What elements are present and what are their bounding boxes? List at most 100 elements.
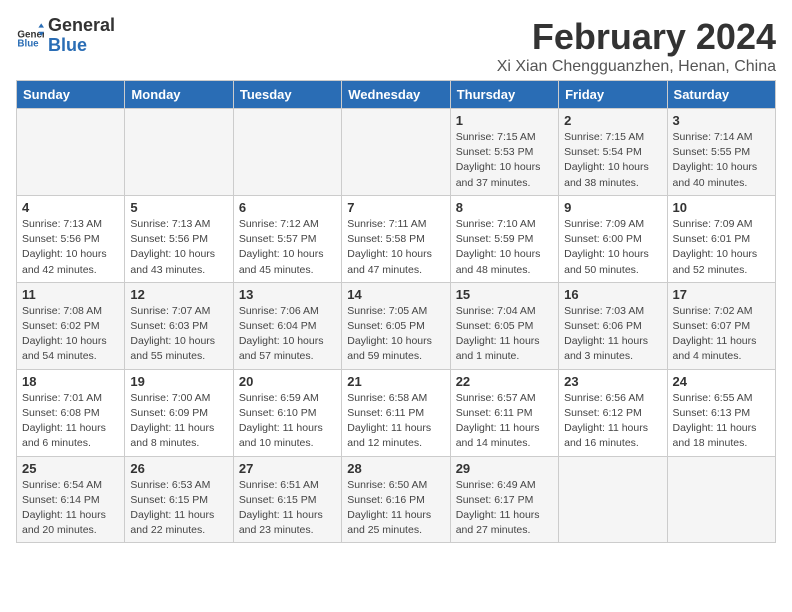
day-info: Sunrise: 7:08 AM Sunset: 6:02 PM Dayligh… <box>22 304 119 365</box>
calendar-cell: 15 Sunrise: 7:04 AM Sunset: 6:05 PM Dayli… <box>450 282 558 369</box>
calendar-cell: 22 Sunrise: 6:57 AM Sunset: 6:11 PM Dayli… <box>450 369 558 456</box>
day-info: Sunrise: 7:09 AM Sunset: 6:01 PM Dayligh… <box>673 217 770 278</box>
day-info: Sunrise: 7:05 AM Sunset: 6:05 PM Dayligh… <box>347 304 444 365</box>
page-header: General Blue General Blue February 2024 … <box>16 16 776 76</box>
calendar-cell: 18 Sunrise: 7:01 AM Sunset: 6:08 PM Dayli… <box>17 369 125 456</box>
header-thursday: Thursday <box>450 81 558 109</box>
calendar-cell: 23 Sunrise: 6:56 AM Sunset: 6:12 PM Dayli… <box>559 369 667 456</box>
header-friday: Friday <box>559 81 667 109</box>
calendar-title: February 2024 <box>497 16 776 58</box>
calendar-cell: 25 Sunrise: 6:54 AM Sunset: 6:14 PM Dayli… <box>17 456 125 543</box>
day-number: 13 <box>239 287 336 302</box>
day-number: 4 <box>22 200 119 215</box>
calendar-cell <box>667 456 775 543</box>
calendar-body: 1Sunrise: 7:15 AM Sunset: 5:53 PM Daylig… <box>17 109 776 543</box>
calendar-cell: 2Sunrise: 7:15 AM Sunset: 5:54 PM Daylig… <box>559 109 667 196</box>
day-info: Sunrise: 6:57 AM Sunset: 6:11 PM Dayligh… <box>456 391 553 452</box>
calendar-cell: 12Sunrise: 7:07 AM Sunset: 6:03 PM Dayli… <box>125 282 233 369</box>
day-info: Sunrise: 7:10 AM Sunset: 5:59 PM Dayligh… <box>456 217 553 278</box>
calendar-cell: 11 Sunrise: 7:08 AM Sunset: 6:02 PM Dayli… <box>17 282 125 369</box>
day-number: 10 <box>673 200 770 215</box>
day-info: Sunrise: 6:59 AM Sunset: 6:10 PM Dayligh… <box>239 391 336 452</box>
day-number: 16 <box>564 287 661 302</box>
day-number: 22 <box>456 374 553 389</box>
week-row-4: 18 Sunrise: 7:01 AM Sunset: 6:08 PM Dayli… <box>17 369 776 456</box>
header-monday: Monday <box>125 81 233 109</box>
calendar-cell: 17 Sunrise: 7:02 AM Sunset: 6:07 PM Dayli… <box>667 282 775 369</box>
header-wednesday: Wednesday <box>342 81 450 109</box>
day-number: 15 <box>456 287 553 302</box>
calendar-cell: 14 Sunrise: 7:05 AM Sunset: 6:05 PM Dayli… <box>342 282 450 369</box>
day-number: 17 <box>673 287 770 302</box>
header-saturday: Saturday <box>667 81 775 109</box>
day-info: Sunrise: 6:58 AM Sunset: 6:11 PM Dayligh… <box>347 391 444 452</box>
day-info: Sunrise: 7:00 AM Sunset: 6:09 PM Dayligh… <box>130 391 227 452</box>
logo-name: General Blue <box>48 16 115 56</box>
day-info: Sunrise: 6:51 AM Sunset: 6:15 PM Dayligh… <box>239 478 336 539</box>
day-number: 8 <box>456 200 553 215</box>
day-info: Sunrise: 6:55 AM Sunset: 6:13 PM Dayligh… <box>673 391 770 452</box>
day-number: 24 <box>673 374 770 389</box>
calendar-cell: 20 Sunrise: 6:59 AM Sunset: 6:10 PM Dayli… <box>233 369 341 456</box>
header-sunday: Sunday <box>17 81 125 109</box>
day-number: 6 <box>239 200 336 215</box>
day-number: 26 <box>130 461 227 476</box>
calendar-cell: 28Sunrise: 6:50 AM Sunset: 6:16 PM Dayli… <box>342 456 450 543</box>
calendar-cell: 4 Sunrise: 7:13 AM Sunset: 5:56 PM Daylig… <box>17 195 125 282</box>
day-info: Sunrise: 6:49 AM Sunset: 6:17 PM Dayligh… <box>456 478 553 539</box>
day-info: Sunrise: 7:01 AM Sunset: 6:08 PM Dayligh… <box>22 391 119 452</box>
day-number: 20 <box>239 374 336 389</box>
logo: General Blue General Blue <box>16 16 115 56</box>
day-info: Sunrise: 7:14 AM Sunset: 5:55 PM Dayligh… <box>673 130 770 191</box>
day-number: 5 <box>130 200 227 215</box>
calendar-cell <box>559 456 667 543</box>
day-number: 19 <box>130 374 227 389</box>
day-number: 9 <box>564 200 661 215</box>
calendar-cell: 9 Sunrise: 7:09 AM Sunset: 6:00 PM Daylig… <box>559 195 667 282</box>
calendar-cell: 27Sunrise: 6:51 AM Sunset: 6:15 PM Dayli… <box>233 456 341 543</box>
calendar-cell: 21 Sunrise: 6:58 AM Sunset: 6:11 PM Dayli… <box>342 369 450 456</box>
calendar-cell <box>125 109 233 196</box>
calendar-cell: 13 Sunrise: 7:06 AM Sunset: 6:04 PM Dayli… <box>233 282 341 369</box>
calendar-subtitle: Xi Xian Chengguanzhen, Henan, China <box>497 58 776 76</box>
calendar-cell: 16Sunrise: 7:03 AM Sunset: 6:06 PM Dayli… <box>559 282 667 369</box>
calendar-cell: 19 Sunrise: 7:00 AM Sunset: 6:09 PM Dayli… <box>125 369 233 456</box>
day-info: Sunrise: 7:09 AM Sunset: 6:00 PM Dayligh… <box>564 217 661 278</box>
day-info: Sunrise: 6:54 AM Sunset: 6:14 PM Dayligh… <box>22 478 119 539</box>
calendar-cell: 1Sunrise: 7:15 AM Sunset: 5:53 PM Daylig… <box>450 109 558 196</box>
calendar-header: SundayMondayTuesdayWednesdayThursdayFrid… <box>17 81 776 109</box>
day-number: 25 <box>22 461 119 476</box>
logo-blue-text: Blue <box>48 35 87 55</box>
day-number: 23 <box>564 374 661 389</box>
day-number: 18 <box>22 374 119 389</box>
week-row-1: 1Sunrise: 7:15 AM Sunset: 5:53 PM Daylig… <box>17 109 776 196</box>
day-info: Sunrise: 7:12 AM Sunset: 5:57 PM Dayligh… <box>239 217 336 278</box>
logo-icon: General Blue <box>16 22 44 50</box>
day-number: 3 <box>673 113 770 128</box>
calendar-cell: 7Sunrise: 7:11 AM Sunset: 5:58 PM Daylig… <box>342 195 450 282</box>
title-block: February 2024 Xi Xian Chengguanzhen, Hen… <box>497 16 776 76</box>
day-info: Sunrise: 7:06 AM Sunset: 6:04 PM Dayligh… <box>239 304 336 365</box>
day-number: 7 <box>347 200 444 215</box>
day-number: 14 <box>347 287 444 302</box>
header-tuesday: Tuesday <box>233 81 341 109</box>
week-row-3: 11 Sunrise: 7:08 AM Sunset: 6:02 PM Dayli… <box>17 282 776 369</box>
header-row: SundayMondayTuesdayWednesdayThursdayFrid… <box>17 81 776 109</box>
day-info: Sunrise: 7:15 AM Sunset: 5:54 PM Dayligh… <box>564 130 661 191</box>
day-info: Sunrise: 6:50 AM Sunset: 6:16 PM Dayligh… <box>347 478 444 539</box>
calendar-cell <box>342 109 450 196</box>
calendar-cell: 10 Sunrise: 7:09 AM Sunset: 6:01 PM Dayli… <box>667 195 775 282</box>
day-number: 11 <box>22 287 119 302</box>
day-info: Sunrise: 6:56 AM Sunset: 6:12 PM Dayligh… <box>564 391 661 452</box>
calendar-cell: 8 Sunrise: 7:10 AM Sunset: 5:59 PM Daylig… <box>450 195 558 282</box>
week-row-2: 4 Sunrise: 7:13 AM Sunset: 5:56 PM Daylig… <box>17 195 776 282</box>
calendar-table: SundayMondayTuesdayWednesdayThursdayFrid… <box>16 80 776 543</box>
calendar-cell <box>17 109 125 196</box>
calendar-cell: 29 Sunrise: 6:49 AM Sunset: 6:17 PM Dayli… <box>450 456 558 543</box>
day-info: Sunrise: 7:13 AM Sunset: 5:56 PM Dayligh… <box>22 217 119 278</box>
calendar-cell: 3 Sunrise: 7:14 AM Sunset: 5:55 PM Daylig… <box>667 109 775 196</box>
day-info: Sunrise: 7:02 AM Sunset: 6:07 PM Dayligh… <box>673 304 770 365</box>
day-number: 21 <box>347 374 444 389</box>
day-number: 29 <box>456 461 553 476</box>
day-info: Sunrise: 7:04 AM Sunset: 6:05 PM Dayligh… <box>456 304 553 365</box>
